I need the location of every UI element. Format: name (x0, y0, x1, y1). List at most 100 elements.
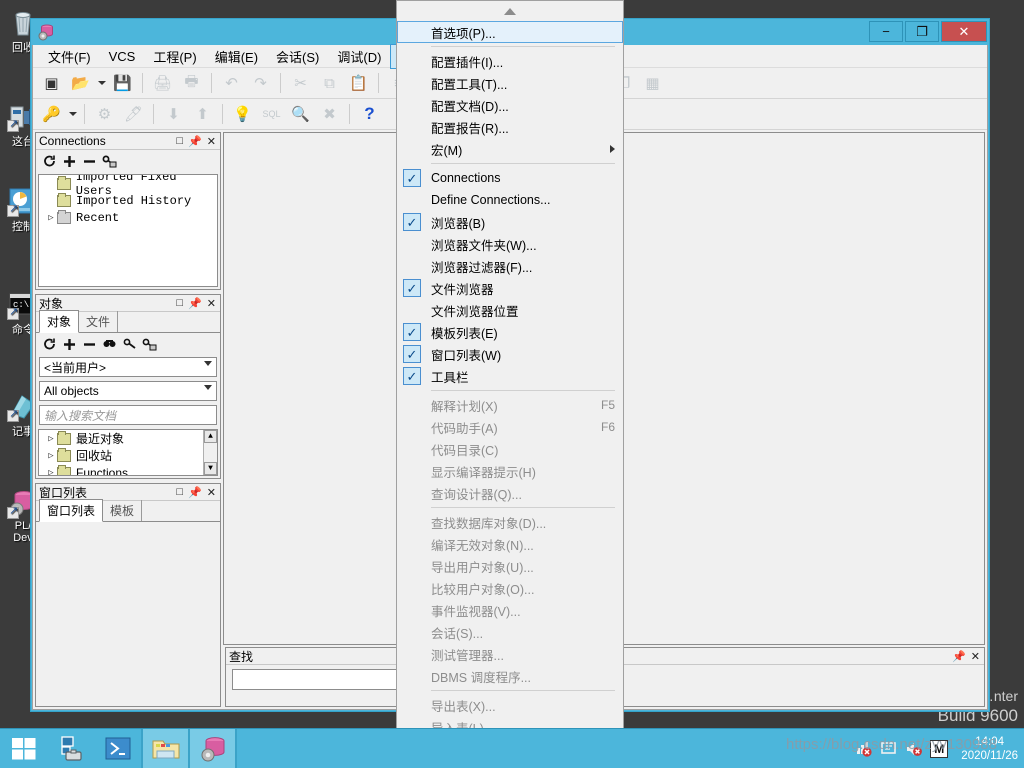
window-list-content[interactable] (36, 522, 220, 706)
add-icon[interactable] (62, 154, 77, 169)
sql-window-icon[interactable]: SQL (257, 101, 286, 127)
import-icon[interactable]: ⬇ (159, 101, 188, 127)
maximize-panel-icon[interactable]: □ (176, 135, 183, 147)
tools-menu-item-17[interactable]: ✓ 工具栏 (397, 365, 623, 387)
window-list-tab-0[interactable]: 窗口列表 (39, 499, 104, 522)
session-key-icon[interactable]: 🔑 (37, 101, 66, 127)
undo-icon[interactable]: ↶ (217, 70, 246, 96)
settings-gear-icon[interactable]: ⚙ (90, 101, 119, 127)
tools-menu-item-15[interactable]: ✓ 模板列表(E) (397, 321, 623, 343)
start-button[interactable] (0, 729, 47, 768)
tools-menu-item-5[interactable]: 配置报告(R)... (397, 116, 623, 138)
tools-menu-item-11[interactable]: 浏览器文件夹(W)... (397, 233, 623, 255)
tools-menu-item-19[interactable]: 解释计划(X) F5 (397, 394, 623, 416)
tools-menu-item-9[interactable]: Define Connections... (397, 189, 623, 211)
menu-bar-item-3[interactable]: 编辑(E) (206, 44, 267, 69)
close-button[interactable]: ✕ (941, 21, 987, 42)
tile-windows-icon[interactable]: ▦ (638, 70, 667, 96)
tools-menu-item-25[interactable]: 查找数据库对象(D)... (397, 511, 623, 533)
tools-menu-item-4[interactable]: 配置文档(D)... (397, 94, 623, 116)
print-icon[interactable]: 🖨 (148, 70, 177, 96)
tree-item[interactable]: ▷ Recent (39, 209, 217, 226)
scroll-up-arrow-icon[interactable]: ▲ (204, 430, 217, 443)
close-panel-icon[interactable]: ✕ (207, 297, 216, 310)
tools-menu-item-32[interactable]: DBMS 调度程序... (397, 665, 623, 687)
tools-menu-item-0[interactable]: 首选项(P)... (397, 21, 623, 43)
action-center-icon[interactable] (880, 740, 898, 758)
volume-icon[interactable] (905, 740, 923, 758)
menu-scroll-up-button[interactable] (397, 1, 623, 21)
new-icon[interactable]: ▣ (37, 70, 66, 96)
tools-menu-item-6[interactable]: 宏(M) (397, 138, 623, 160)
open-dropdown-caret[interactable] (95, 70, 108, 96)
objects-type-select[interactable]: All objects (39, 381, 217, 401)
tools-menu-item-28[interactable]: 比较用户对象(O)... (397, 577, 623, 599)
tools-menu-item-29[interactable]: 事件监视器(V)... (397, 599, 623, 621)
session-dropdown-caret[interactable] (66, 101, 79, 127)
taskbar-item-file-explorer[interactable] (142, 729, 189, 768)
objects-search-input[interactable]: 输入搜索文档 (39, 405, 217, 425)
beautify-icon[interactable]: 🖊 (119, 101, 148, 127)
tools-menu-item-22[interactable]: 显示编译器提示(H) (397, 460, 623, 482)
add-icon[interactable] (62, 337, 77, 352)
expand-arrow-icon[interactable]: ▷ (45, 434, 57, 444)
tree-item[interactable]: ▷ 回收站 (39, 447, 217, 464)
remove-icon[interactable] (82, 154, 97, 169)
maximize-panel-icon[interactable]: □ (176, 486, 183, 498)
tools-menu-item-34[interactable]: 导出表(X)... (397, 694, 623, 716)
objects-tab-0[interactable]: 对象 (39, 310, 80, 333)
menu-bar-item-2[interactable]: 工程(P) (144, 44, 205, 69)
scroll-down-arrow-icon[interactable]: ▼ (204, 462, 217, 475)
cut-icon[interactable]: ✂ (286, 70, 315, 96)
find-icon[interactable] (102, 337, 117, 352)
taskbar-item-plsql-developer[interactable] (189, 729, 236, 768)
maximize-button[interactable]: ❐ (905, 21, 939, 42)
save-icon[interactable]: 💾 (108, 70, 137, 96)
refresh-icon[interactable] (42, 154, 57, 169)
tools-menu-item-3[interactable]: 配置工具(T)... (397, 72, 623, 94)
tools-menu-item-23[interactable]: 查询设计器(Q)... (397, 482, 623, 504)
taskbar-item-powershell[interactable] (94, 729, 141, 768)
find-db-object-icon[interactable]: 🔍 (286, 101, 315, 127)
taskbar-item-server-manager[interactable] (47, 729, 94, 768)
paste-icon[interactable]: 📋 (344, 70, 373, 96)
pin-panel-icon[interactable]: 📌 (952, 650, 966, 663)
tree-item[interactable]: ▷ Functions (39, 464, 217, 476)
menu-bar-item-0[interactable]: 文件(F) (39, 44, 100, 69)
remove-icon[interactable] (82, 337, 97, 352)
close-panel-icon[interactable]: ✕ (971, 650, 980, 663)
tree-item[interactable]: ▷ 最近对象 (39, 430, 217, 447)
configure-icon[interactable] (142, 337, 157, 352)
expand-arrow-icon[interactable]: ▷ (45, 468, 57, 476)
objects-tree[interactable]: ▷ 最近对象 ▷ 回收站 ▷ Functions ▲ ▼ (38, 429, 218, 476)
pin-panel-icon[interactable]: 📌 (188, 297, 202, 310)
tools-menu-item-8[interactable]: ✓ Connections (397, 167, 623, 189)
tools-menu-item-21[interactable]: 代码目录(C) (397, 438, 623, 460)
close-panel-icon[interactable]: ✕ (207, 486, 216, 499)
expand-arrow-icon[interactable]: ▷ (45, 213, 57, 223)
tools-menu-item-12[interactable]: 浏览器过滤器(F)... (397, 255, 623, 277)
explain-plan-icon[interactable]: 💡 (228, 101, 257, 127)
close-panel-icon[interactable]: ✕ (207, 135, 216, 148)
tools-menu-item-20[interactable]: 代码助手(A) F6 (397, 416, 623, 438)
tools-menu-item-14[interactable]: 文件浏览器位置 (397, 299, 623, 321)
pin-panel-icon[interactable]: 📌 (188, 135, 202, 148)
tools-menu-item-27[interactable]: 导出用户对象(U)... (397, 555, 623, 577)
tools-menu-item-31[interactable]: 测试管理器... (397, 643, 623, 665)
redo-icon[interactable]: ↷ (246, 70, 275, 96)
pin-panel-icon[interactable]: 📌 (188, 486, 202, 499)
tree-item[interactable]: Imported Fixed Users (39, 175, 217, 198)
menu-bar-item-5[interactable]: 调试(D) (328, 44, 390, 69)
invalid-objects-icon[interactable]: ✖ (315, 101, 344, 127)
tools-menu-item-30[interactable]: 会话(S)... (397, 621, 623, 643)
input-method-icon[interactable]: M (930, 739, 949, 758)
copy-icon[interactable]: ⧉ (315, 70, 344, 96)
maximize-panel-icon[interactable]: □ (176, 297, 183, 309)
tree-item[interactable]: Imported History (39, 192, 217, 209)
tools-menu-item-13[interactable]: ✓ 文件浏览器 (397, 277, 623, 299)
objects-tree-scrollbar[interactable]: ▲ ▼ (203, 430, 217, 475)
expand-arrow-icon[interactable]: ▷ (45, 451, 57, 461)
objects-user-select[interactable]: <当前用户> (39, 357, 217, 377)
connections-tree[interactable]: Imported Fixed Users Imported History ▷ Rec… (38, 174, 218, 287)
filter-icon[interactable] (122, 337, 137, 352)
